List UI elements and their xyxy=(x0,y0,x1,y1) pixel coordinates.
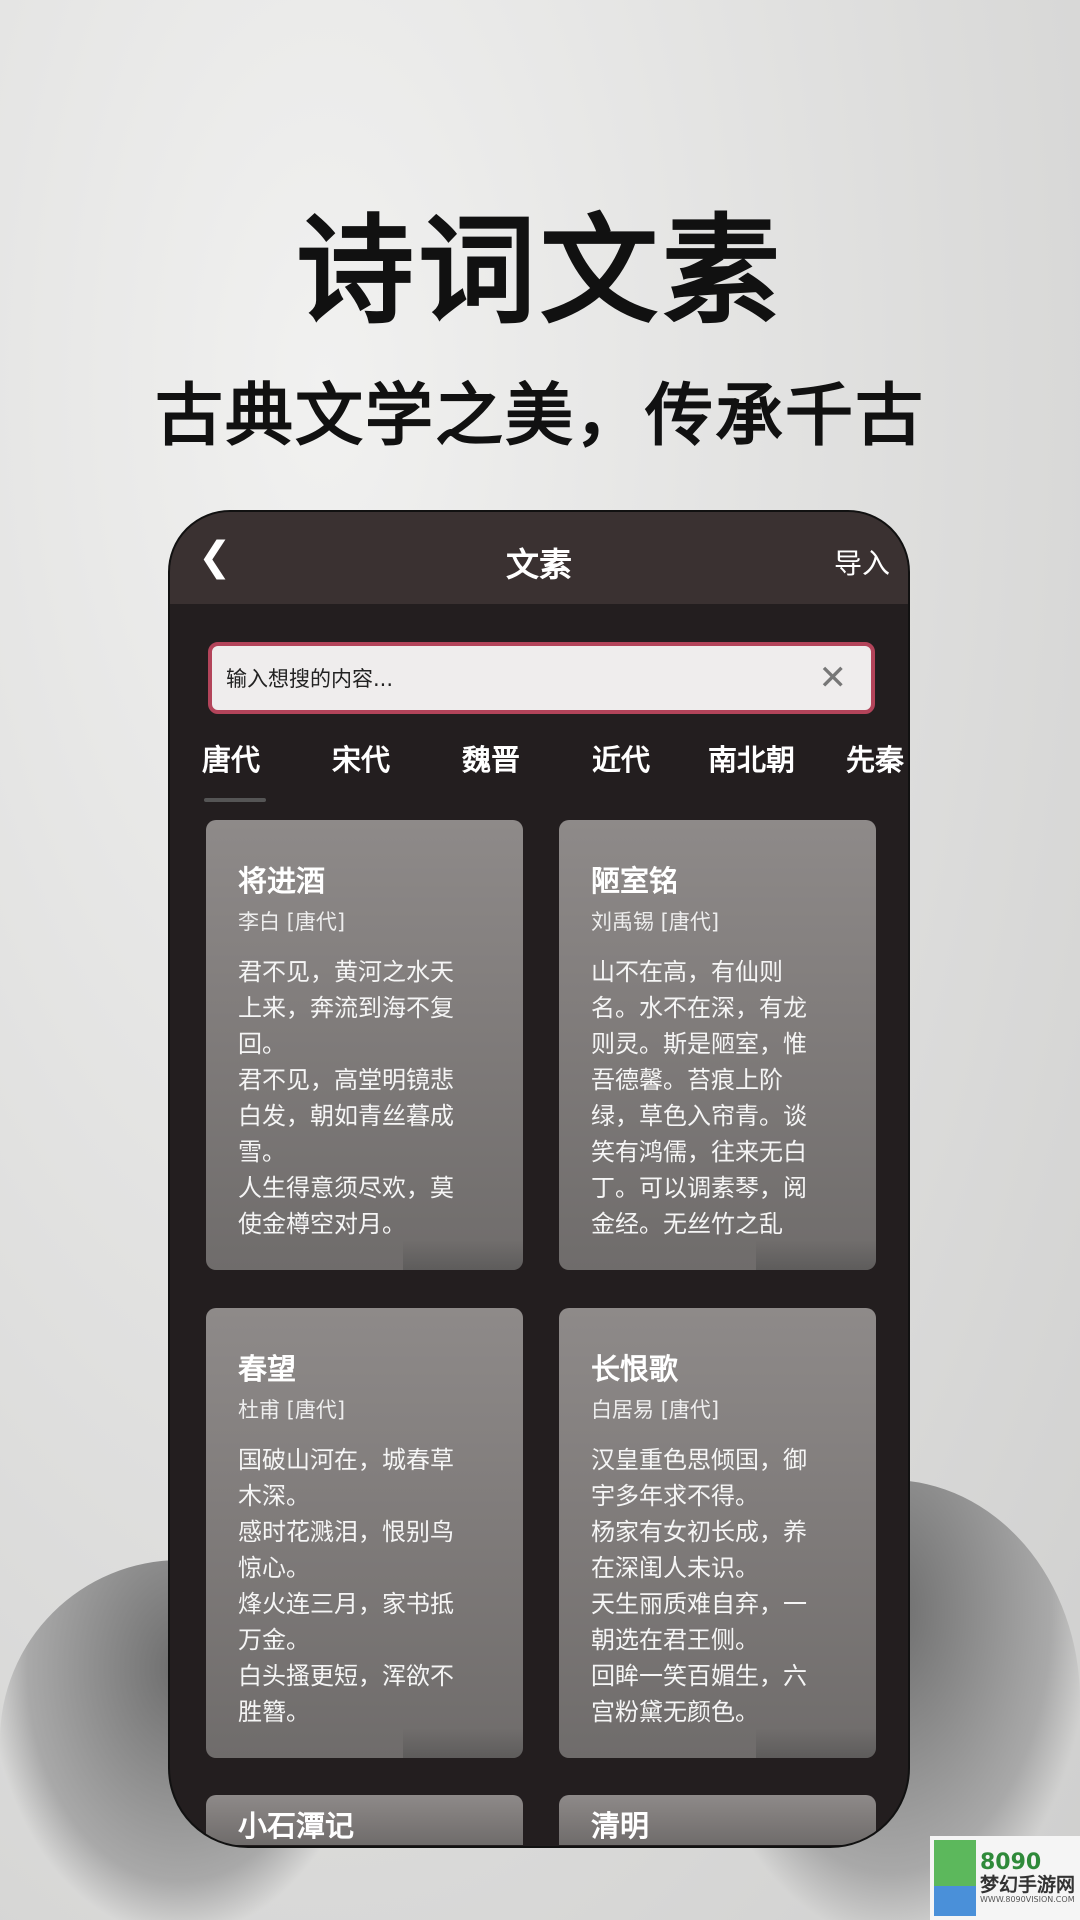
grass-decoration xyxy=(756,1728,876,1758)
poem-title: 将进酒 xyxy=(238,864,326,898)
poem-card[interactable]: 长恨歌 白居易 [唐代] 汉皇重色思倾国，御 宇多年求不得。 杨家有女初长成，养… xyxy=(559,1308,876,1758)
poem-card[interactable]: 小石潭记 xyxy=(206,1795,523,1845)
poem-title: 长恨歌 xyxy=(591,1352,679,1386)
search-input[interactable]: 输入想搜的内容... ✕ xyxy=(208,642,875,714)
active-tab-indicator xyxy=(204,798,266,802)
dynasty-tabs: 唐代 宋代 魏晋 近代 南北朝 先秦 xyxy=(170,737,908,797)
tab-jindai[interactable]: 近代 xyxy=(592,737,650,779)
poem-title: 陋室铭 xyxy=(591,864,679,898)
tab-song[interactable]: 宋代 xyxy=(332,737,390,779)
grass-decoration xyxy=(756,1240,876,1270)
poem-card[interactable]: 清明 xyxy=(559,1795,876,1845)
poem-card[interactable]: 将进酒 李白 [唐代] 君不见，黄河之水天 上来，奔流到海不复 回。 君不见，高… xyxy=(206,820,523,1270)
house-logo-icon xyxy=(934,1840,976,1916)
poem-text: 国破山河在，城春草 木深。 感时花溅泪，恨别鸟 惊心。 烽火连三月，家书抵 万金… xyxy=(238,1446,454,1726)
page-title: 文素 xyxy=(506,545,572,584)
import-button[interactable]: 导入 xyxy=(834,542,890,582)
poem-text: 山不在高，有仙则 名。水不在深，有龙 则灵。斯是陋室，惟 吾德馨。苔痕上阶 绿，… xyxy=(591,958,807,1238)
promo-headline: 诗词文素 xyxy=(295,201,784,340)
tab-weijin[interactable]: 魏晋 xyxy=(462,737,520,779)
tab-xianqin[interactable]: 先秦 xyxy=(846,737,904,779)
poem-author: 杜甫 [唐代] xyxy=(238,1398,346,1422)
poem-text: 汉皇重色思倾国，御 宇多年求不得。 杨家有女初长成，养 在深闺人未识。 天生丽质… xyxy=(591,1446,807,1726)
poem-card[interactable]: 陋室铭 刘禹锡 [唐代] 山不在高，有仙则 名。水不在深，有龙 则灵。斯是陋室，… xyxy=(559,820,876,1270)
grass-decoration xyxy=(403,1240,523,1270)
close-icon[interactable]: ✕ xyxy=(819,658,848,698)
poem-author: 刘禹锡 [唐代] xyxy=(591,910,720,934)
poem-title: 清明 xyxy=(591,1809,650,1843)
search-placeholder: 输入想搜的内容... xyxy=(226,667,394,691)
poem-author: 白居易 [唐代] xyxy=(591,1398,720,1422)
watermark-logo: 8090 梦幻手游网 WWW.8090VISION.COM xyxy=(930,1836,1080,1920)
tab-nanbeichao[interactable]: 南北朝 xyxy=(708,737,795,779)
watermark-number: 8090 xyxy=(980,1850,1042,1876)
watermark-name: 梦幻手游网 xyxy=(980,1874,1076,1897)
poem-author: 李白 [唐代] xyxy=(238,910,346,934)
watermark-url: WWW.8090VISION.COM xyxy=(980,1895,1075,1905)
poem-title: 春望 xyxy=(238,1352,297,1386)
poem-card[interactable]: 春望 杜甫 [唐代] 国破山河在，城春草 木深。 感时花溅泪，恨别鸟 惊心。 烽… xyxy=(206,1308,523,1758)
nav-header: ❮ 文素 导入 xyxy=(170,512,908,604)
tab-tang[interactable]: 唐代 xyxy=(202,737,260,779)
promo-subline: 古典文学之美，传承千古 xyxy=(154,376,925,456)
phone-screen: ❮ 文素 导入 输入想搜的内容... ✕ 唐代 宋代 魏晋 近代 南北朝 先秦 … xyxy=(168,510,910,1848)
grass-decoration xyxy=(403,1728,523,1758)
poem-text: 君不见，黄河之水天 上来，奔流到海不复 回。 君不见，高堂明镜悲 白发，朝如青丝… xyxy=(238,958,454,1238)
poem-title: 小石潭记 xyxy=(238,1809,355,1843)
